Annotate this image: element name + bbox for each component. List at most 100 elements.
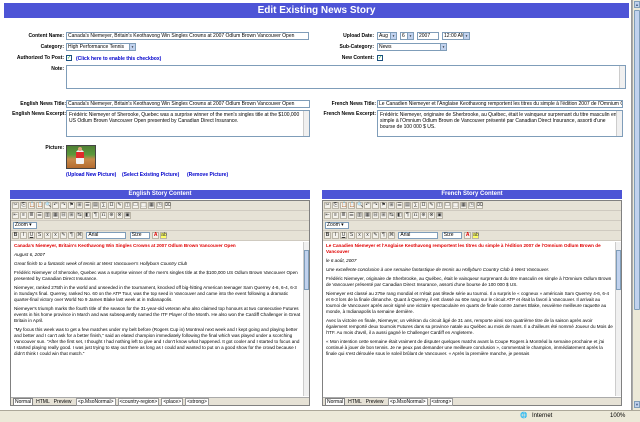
toolbar-row2-tool-icon[interactable]: ⇤ <box>12 212 19 219</box>
tag-crumb[interactable]: <strong> <box>185 398 209 406</box>
toolbar-row2-tool-icon[interactable]: ⊕ <box>108 212 115 219</box>
link-button[interactable]: ⌘ <box>76 232 83 239</box>
toolbar-row1-tool-icon[interactable]: ▤ <box>404 202 411 209</box>
toolbar-row1-tool-icon[interactable]: ▦ <box>460 202 467 209</box>
tag-crumb[interactable]: <strong> <box>429 398 454 406</box>
toolbar-row1-tool-icon[interactable]: ⊞ <box>76 202 83 209</box>
toolbar-row2-tool-icon[interactable]: ≡ <box>20 212 27 219</box>
note-scrollbar[interactable] <box>619 66 625 88</box>
subscript-button[interactable]: x <box>356 232 363 239</box>
upload-year-input[interactable]: 2007 <box>417 32 439 40</box>
toolbar-row1-tool-icon[interactable]: 🔍 <box>44 202 51 209</box>
toolbar-row1-tool-icon[interactable]: ◳ <box>156 202 163 209</box>
toolbar-row1-tool-icon[interactable]: ⚑ <box>380 202 387 209</box>
category-select[interactable]: High Performance Tennis ▼ <box>66 43 136 51</box>
toolbar-row1-tool-icon[interactable]: ◫ <box>436 202 443 209</box>
toolbar-row1-tool-icon[interactable]: 📋 <box>348 202 355 209</box>
page-scrollbar[interactable]: ▲ ▼ <box>632 0 640 410</box>
toolbar-row2-tool-icon[interactable]: ◧ <box>396 212 403 219</box>
toolbar-row2-tool-icon[interactable]: ↹ <box>388 212 395 219</box>
toolbar-row2-tool-icon[interactable]: ▥ <box>356 212 363 219</box>
english-size-select[interactable]: Size <box>129 232 150 239</box>
toolbar-row1-tool-icon[interactable]: ⚑ <box>68 202 75 209</box>
italic-button[interactable]: I <box>20 232 27 239</box>
toolbar-row2-tool-icon[interactable]: ▥ <box>44 212 51 219</box>
tag-crumb[interactable]: <p.MsoNormal> <box>387 398 428 406</box>
english-content-area[interactable]: Canada's Niemeyer, Britain's Keothavong … <box>12 242 303 396</box>
toolbar-row1-tool-icon[interactable]: Ω <box>108 202 115 209</box>
toolbar-row1-tool-icon[interactable]: ↷ <box>372 202 379 209</box>
toolbar-row2-tool-icon[interactable]: ◧ <box>84 212 91 219</box>
french-excerpt-scrollbar[interactable] <box>616 111 622 136</box>
upload-day-select[interactable]: 6 ▼ <box>400 32 414 40</box>
french-font-select[interactable]: Arial <box>398 232 439 239</box>
toolbar-row2-tool-icon[interactable]: ≣ <box>340 212 347 219</box>
toolbar-row1-tool-icon[interactable]: ↷ <box>60 202 67 209</box>
scroll-thumb[interactable] <box>304 250 309 290</box>
toolbar-row1-tool-icon[interactable]: ⌧ <box>476 202 483 209</box>
english-zoom-select[interactable]: Zoom ▾ <box>13 222 37 229</box>
toolbar-row1-tool-icon[interactable]: ⊞ <box>388 202 395 209</box>
content-name-input[interactable]: Canada's Niemeyer, Britain's Keothavong … <box>66 32 309 40</box>
scroll-down-icon[interactable]: ▼ <box>634 401 640 408</box>
toolbar-row1-tool-icon[interactable]: ⌧ <box>164 202 171 209</box>
toolbar-row1-tool-icon[interactable]: ◫ <box>124 202 131 209</box>
toolbar-row1-tool-icon[interactable]: ☰ <box>84 202 91 209</box>
toolbar-row2-tool-icon[interactable]: ▦ <box>52 212 59 219</box>
toolbar-row1-tool-icon[interactable]: ⬚ <box>140 202 147 209</box>
toolbar-row2-tool-icon[interactable]: ☰ <box>348 212 355 219</box>
toolbar-row1-tool-icon[interactable]: ✎ <box>428 202 435 209</box>
note-textarea[interactable] <box>66 65 626 89</box>
link-button[interactable]: ⌘ <box>388 232 395 239</box>
french-excerpt-textarea[interactable]: Frédéric Niemeyer, originaire de Sherbro… <box>377 110 623 137</box>
clear-format-button[interactable]: ✎ <box>372 232 379 239</box>
underline-button[interactable]: U <box>340 232 347 239</box>
toolbar-row2-tool-icon[interactable]: ≡ <box>332 212 339 219</box>
new-content-checkbox[interactable]: ✓ <box>377 55 383 61</box>
toolbar-row1-tool-icon[interactable]: ⎘ <box>332 202 339 209</box>
toolbar-row1-tool-icon[interactable]: Ω <box>420 202 427 209</box>
toolbar-row1-tool-icon[interactable]: ☐ <box>444 202 451 209</box>
italic-button[interactable]: I <box>332 232 339 239</box>
remove-picture-link[interactable]: (Remove Picture) <box>187 172 228 178</box>
toolbar-row2-tool-icon[interactable]: ⇤ <box>324 212 331 219</box>
scroll-thumb[interactable] <box>616 250 621 290</box>
french-title-input[interactable]: Le Canadien Niemeyer et l'Anglaise Keoth… <box>377 100 623 108</box>
tag-crumb[interactable]: <place> <box>161 398 184 406</box>
english-title-input[interactable]: Canada's Niemeyer, Britain's Keothavong … <box>66 100 310 108</box>
paragraph-button[interactable]: ¶ <box>380 232 387 239</box>
toolbar-row1-tool-icon[interactable]: ∑ <box>412 202 419 209</box>
authorized-checkbox[interactable]: ✓ <box>66 55 72 61</box>
toolbar-row1-tool-icon[interactable]: ∑ <box>100 202 107 209</box>
toolbar-row2-tool-icon[interactable]: ⊗ <box>116 212 123 219</box>
strike-button[interactable]: S <box>348 232 355 239</box>
toolbar-row1-tool-icon[interactable]: 📋 <box>28 202 35 209</box>
english-content-scrollbar[interactable] <box>303 242 309 396</box>
toolbar-row2-tool-icon[interactable]: ⊟ <box>60 212 67 219</box>
toolbar-row2-tool-icon[interactable]: ¶ <box>404 212 411 219</box>
subscript-button[interactable]: x <box>44 232 51 239</box>
toolbar-row1-tool-icon[interactable]: ✎ <box>116 202 123 209</box>
toolbar-row2-tool-icon[interactable]: ▣ <box>124 212 131 219</box>
font-color-icon[interactable]: A <box>464 232 472 239</box>
toolbar-row2-tool-icon[interactable]: ⊗ <box>428 212 435 219</box>
clear-format-button[interactable]: ✎ <box>60 232 67 239</box>
toolbar-row2-tool-icon[interactable]: ▣ <box>436 212 443 219</box>
toolbar-row1-tool-icon[interactable]: ✂ <box>12 202 19 209</box>
toolbar-row2-tool-icon[interactable]: ⎌ <box>100 212 107 219</box>
mode-preview[interactable]: Preview <box>365 398 385 406</box>
toolbar-row2-tool-icon[interactable]: ⊕ <box>420 212 427 219</box>
mode-normal[interactable]: Normal <box>325 398 346 406</box>
french-content-area[interactable]: Le Canadien Niemeyer et l'Anglaise Keoth… <box>324 242 615 396</box>
mode-html[interactable]: HTML <box>347 398 363 406</box>
highlight-icon[interactable]: ab <box>472 232 480 239</box>
english-font-select[interactable]: Arial <box>86 232 127 239</box>
paragraph-button[interactable]: ¶ <box>68 232 75 239</box>
toolbar-row1-tool-icon[interactable]: ✂ <box>324 202 331 209</box>
toolbar-row1-tool-icon[interactable]: ↶ <box>364 202 371 209</box>
upload-month-select[interactable]: Aug ▼ <box>377 32 397 40</box>
toolbar-row1-tool-icon[interactable]: ◳ <box>468 202 475 209</box>
toolbar-row1-tool-icon[interactable]: ☰ <box>396 202 403 209</box>
zoom-level[interactable]: 100% <box>610 411 625 422</box>
superscript-button[interactable]: x <box>364 232 371 239</box>
